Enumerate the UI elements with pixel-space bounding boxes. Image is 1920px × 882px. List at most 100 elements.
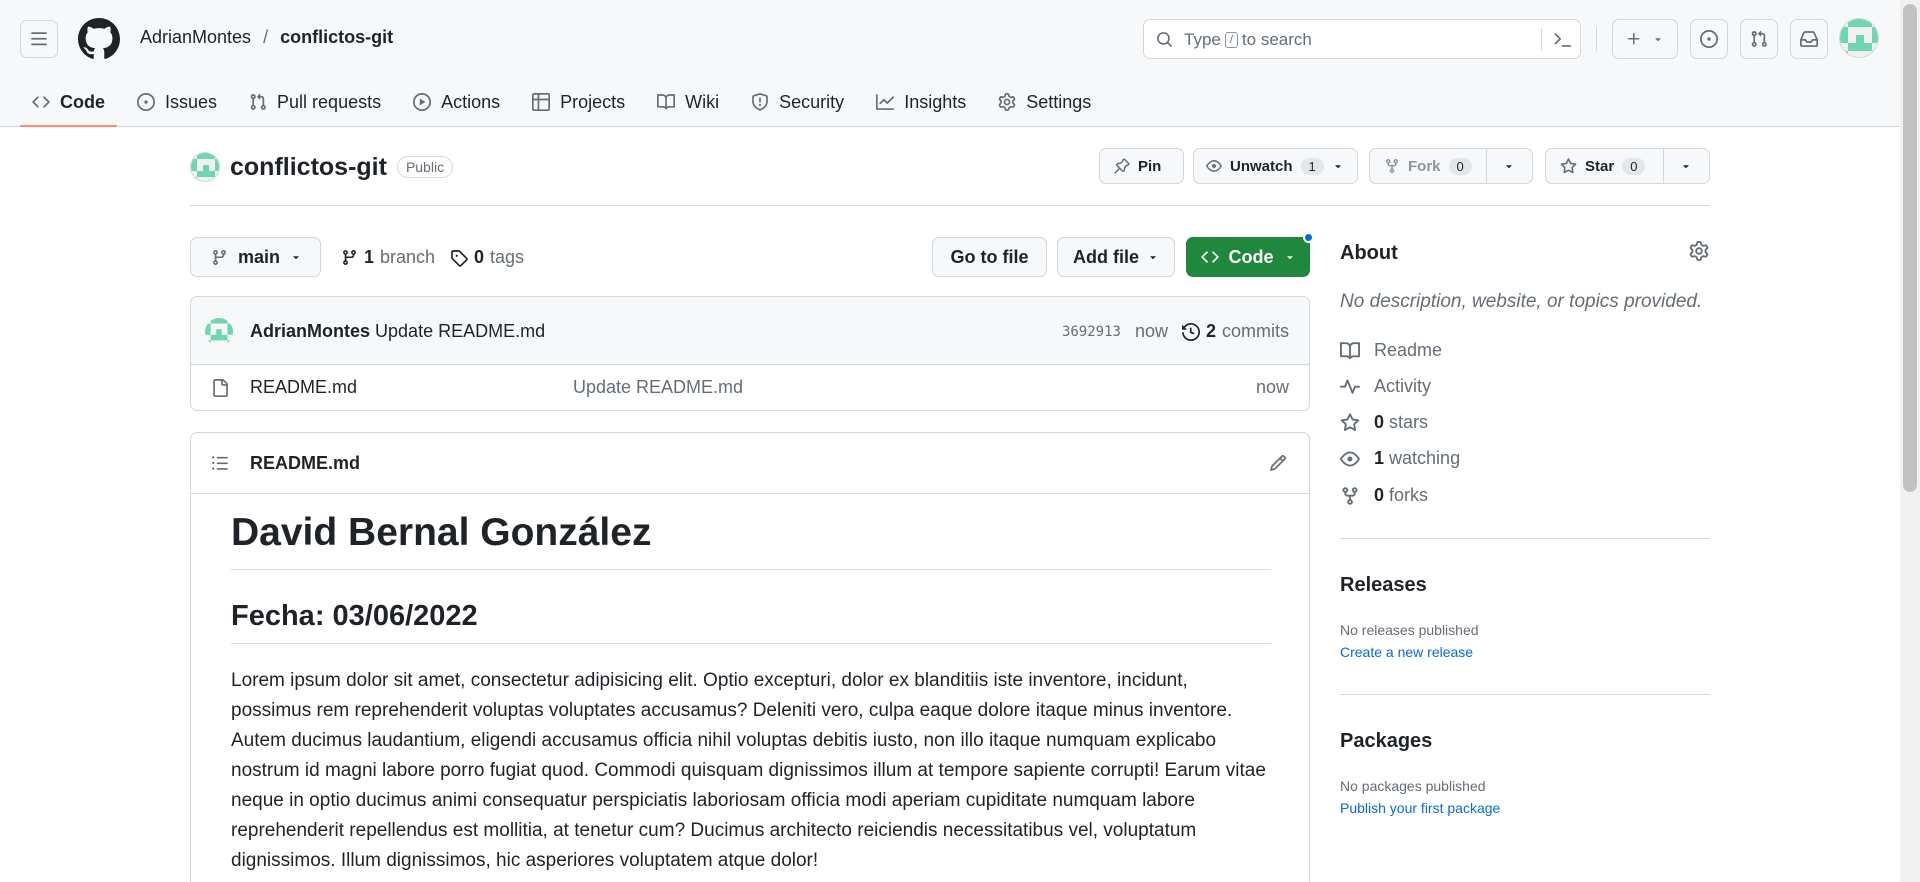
search-input[interactable]: Type / to search [1143, 19, 1581, 59]
forks-link[interactable]: 0 forks [1340, 485, 1428, 506]
go-to-file-button[interactable]: Go to file [932, 237, 1047, 277]
sidebar-divider [1340, 694, 1710, 695]
file-commit-message[interactable]: Update README.md [573, 377, 743, 398]
app-header: AdrianMontes / conflictos-git Type / to … [0, 0, 1900, 127]
readme-heading: David Bernal González [231, 511, 1271, 570]
branch-selector[interactable]: main [190, 237, 321, 277]
breadcrumb: AdrianMontes / conflictos-git [140, 27, 393, 48]
readme-paragraph: Lorem ipsum dolor sit amet, consectetur … [231, 670, 1266, 871]
unwatch-button[interactable]: Unwatch 1 [1193, 148, 1358, 184]
issues-button[interactable] [1690, 19, 1728, 59]
file-name[interactable]: README.md [250, 377, 357, 398]
repo-name[interactable]: conflictos-git [230, 153, 387, 182]
table-row[interactable]: README.md Update README.md now [191, 365, 1309, 410]
scrollbar-thumb[interactable] [1903, 4, 1917, 492]
readme-link[interactable]: Readme [1340, 340, 1442, 361]
code-icon [32, 96, 50, 108]
eye-icon [1340, 451, 1360, 466]
star-dropdown[interactable] [1663, 149, 1708, 183]
tag-icon [451, 249, 468, 267]
tags-link[interactable]: 0 tags [450, 247, 524, 268]
slash-key: / [1224, 32, 1238, 48]
releases-heading[interactable]: Releases [1340, 574, 1427, 597]
owner-link[interactable]: AdrianMontes [140, 27, 251, 48]
watching-link[interactable]: 1 watching [1340, 448, 1460, 469]
page-scrollbar[interactable] [1900, 0, 1920, 882]
commits-link[interactable]: 2 commits [1181, 321, 1289, 342]
pencil-icon[interactable] [1269, 454, 1287, 472]
activity-link[interactable]: Activity [1340, 376, 1431, 397]
tab-label: Security [779, 91, 845, 112]
file-icon [213, 379, 228, 397]
book-icon [1340, 341, 1360, 359]
commit-message[interactable]: Update README.md [375, 321, 545, 341]
tab-code[interactable]: Code [20, 84, 117, 127]
star-button[interactable]: Star 0 [1545, 148, 1710, 184]
triangle-down-icon [1150, 256, 1156, 260]
tab-projects[interactable]: Projects [520, 84, 637, 120]
tab-wiki[interactable]: Wiki [645, 84, 731, 120]
github-logo-icon[interactable] [78, 18, 120, 60]
fork-button[interactable]: Fork 0 [1369, 148, 1533, 184]
inbox-button[interactable] [1790, 19, 1828, 59]
list-unordered-icon[interactable] [211, 454, 229, 472]
watch-counter: 1 [1300, 157, 1324, 175]
go-to-file-label: Go to file [950, 246, 1029, 267]
search-placeholder: Type / to search [1184, 30, 1312, 49]
fork-counter: 0 [1448, 157, 1472, 175]
play-icon [413, 93, 432, 111]
star-icon [1560, 157, 1577, 173]
packages-heading[interactable]: Packages [1340, 730, 1432, 753]
fork-label: Fork [1408, 157, 1441, 175]
visibility-badge: Public [396, 156, 454, 178]
watching-count: 1 [1374, 448, 1385, 468]
gear-icon[interactable] [1689, 241, 1709, 261]
eye-icon [1206, 160, 1222, 172]
file-time: now [1255, 377, 1289, 397]
commit-count: 2 [1205, 321, 1216, 341]
hamburger-icon [31, 32, 47, 46]
add-file-button[interactable]: Add file [1057, 237, 1175, 277]
user-avatar[interactable] [1839, 18, 1879, 58]
create-release-link[interactable]: Create a new release [1340, 644, 1473, 660]
forks-word: forks [1389, 485, 1429, 505]
plus-icon [1628, 33, 1640, 45]
publish-package-link[interactable]: Publish your first package [1340, 800, 1500, 816]
menu-button[interactable] [20, 20, 58, 58]
repo-title: conflictos-git Public [190, 152, 454, 182]
graph-icon [876, 94, 895, 110]
branch-word: branch [380, 247, 436, 267]
fork-icon [1342, 486, 1358, 505]
readme-filename[interactable]: README.md [250, 453, 360, 474]
pull-request-icon [1751, 30, 1767, 47]
pull-requests-button[interactable] [1740, 19, 1778, 59]
title-divider [190, 205, 1710, 206]
book-icon [657, 94, 676, 110]
repo-link[interactable]: conflictos-git [280, 27, 393, 48]
tab-pull-requests[interactable]: Pull requests [237, 84, 393, 120]
commit-author-avatar[interactable] [205, 318, 233, 346]
commit-author[interactable]: AdrianMontes [250, 321, 370, 341]
stars-link[interactable]: 0 stars [1340, 412, 1428, 433]
owner-avatar[interactable] [190, 152, 220, 182]
tag-word: tags [490, 247, 525, 267]
tab-label: Actions [441, 91, 501, 112]
notification-dot [1303, 232, 1314, 243]
file-browser: AdrianMontes Update README.md 3692913 no… [190, 296, 1310, 411]
tab-security[interactable]: Security [739, 84, 856, 120]
branch-name: main [238, 246, 281, 267]
tab-actions[interactable]: Actions [401, 84, 512, 120]
command-palette-icon[interactable] [1554, 31, 1572, 49]
create-new-button[interactable] [1612, 19, 1678, 59]
tab-issues[interactable]: Issues [125, 84, 229, 120]
commit-sha[interactable]: 3692913 [1062, 324, 1121, 340]
identicon-icon [191, 153, 219, 181]
fork-icon [1386, 159, 1398, 174]
pin-button[interactable]: Pin [1099, 148, 1184, 184]
tab-settings[interactable]: Settings [986, 84, 1103, 120]
fork-dropdown[interactable] [1486, 149, 1531, 183]
code-button[interactable]: Code [1186, 232, 1314, 277]
about-heading: About [1340, 242, 1398, 264]
branches-link[interactable]: 1 branch [341, 247, 435, 268]
tab-insights[interactable]: Insights [864, 84, 978, 120]
